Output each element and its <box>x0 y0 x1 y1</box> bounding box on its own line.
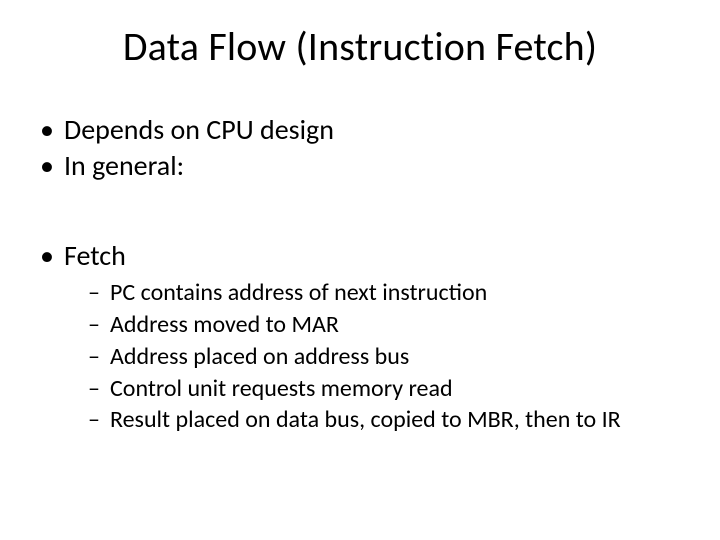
bullet-list-level1: Depends on CPU design In general: Fetch … <box>36 112 684 436</box>
bullet-item: Fetch PC contains address of next instru… <box>36 238 684 436</box>
bullet-list-level2: PC contains address of next instruction … <box>64 277 684 435</box>
bullet-item: Depends on CPU design <box>36 112 684 148</box>
sub-bullet-item: Control unit requests memory read <box>88 373 684 405</box>
bullet-item-label: Fetch <box>64 238 126 273</box>
sub-bullet-item: PC contains address of next instruction <box>88 277 684 309</box>
sub-bullet-item: Address placed on address bus <box>88 341 684 373</box>
slide-body: Depends on CPU design In general: Fetch … <box>36 112 684 436</box>
slide: Data Flow (Instruction Fetch) Depends on… <box>0 0 720 540</box>
slide-title: Data Flow (Instruction Fetch) <box>0 22 720 71</box>
sub-bullet-item: Address moved to MAR <box>88 309 684 341</box>
bullet-item: In general: <box>36 148 684 184</box>
sub-bullet-item: Result placed on data bus, copied to MBR… <box>88 404 684 436</box>
